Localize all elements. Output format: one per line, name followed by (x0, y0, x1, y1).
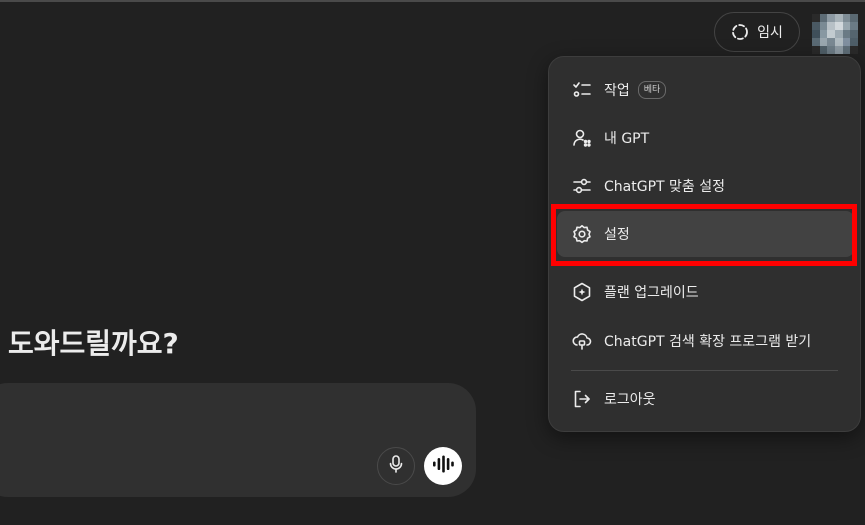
menu-item-my-gpts[interactable]: 내 GPT (557, 115, 854, 161)
menu-item-search-extension[interactable]: ChatGPT 검색 확장 프로그램 받기 (557, 318, 854, 364)
menu-item-label: 플랜 업그레이드 (604, 285, 699, 301)
menu-item-label: ChatGPT 맞춤 설정 (604, 179, 725, 195)
extension-plug-icon (571, 330, 593, 352)
highlight-annotation (551, 204, 857, 266)
my-gpts-icon (571, 127, 593, 149)
temporary-chat-icon (731, 23, 749, 41)
beta-badge: 베타 (637, 81, 667, 99)
menu-item-label: 로그아웃 (604, 392, 656, 408)
temporary-chat-label: 임시 (757, 25, 783, 41)
voice-mode-button[interactable] (424, 447, 462, 485)
menu-item-label: 작업 (604, 83, 630, 99)
upgrade-plan-icon (571, 281, 593, 303)
voice-waveform-icon (432, 455, 454, 477)
customize-sliders-icon (571, 175, 593, 197)
greeting-heading: 도와드릴까요? (8, 327, 179, 360)
dictate-button[interactable] (377, 447, 415, 485)
menu-item-customize-chatgpt[interactable]: ChatGPT 맞춤 설정 (557, 163, 854, 209)
menu-item-logout[interactable]: 로그아웃 (557, 376, 854, 422)
menu-item-upgrade-plan[interactable]: 플랜 업그레이드 (557, 269, 854, 315)
microphone-icon (388, 455, 404, 477)
temporary-chat-button[interactable]: 임시 (714, 12, 800, 52)
menu-divider (571, 370, 838, 371)
tasks-icon (571, 79, 593, 101)
avatar[interactable] (812, 14, 858, 54)
menu-item-label: ChatGPT 검색 확장 프로그램 받기 (604, 334, 812, 350)
menu-item-tasks[interactable]: 작업 베타 (557, 67, 854, 113)
menu-item-label: 내 GPT (604, 131, 650, 147)
window-top-border (0, 0, 865, 2)
logout-icon (571, 388, 593, 410)
